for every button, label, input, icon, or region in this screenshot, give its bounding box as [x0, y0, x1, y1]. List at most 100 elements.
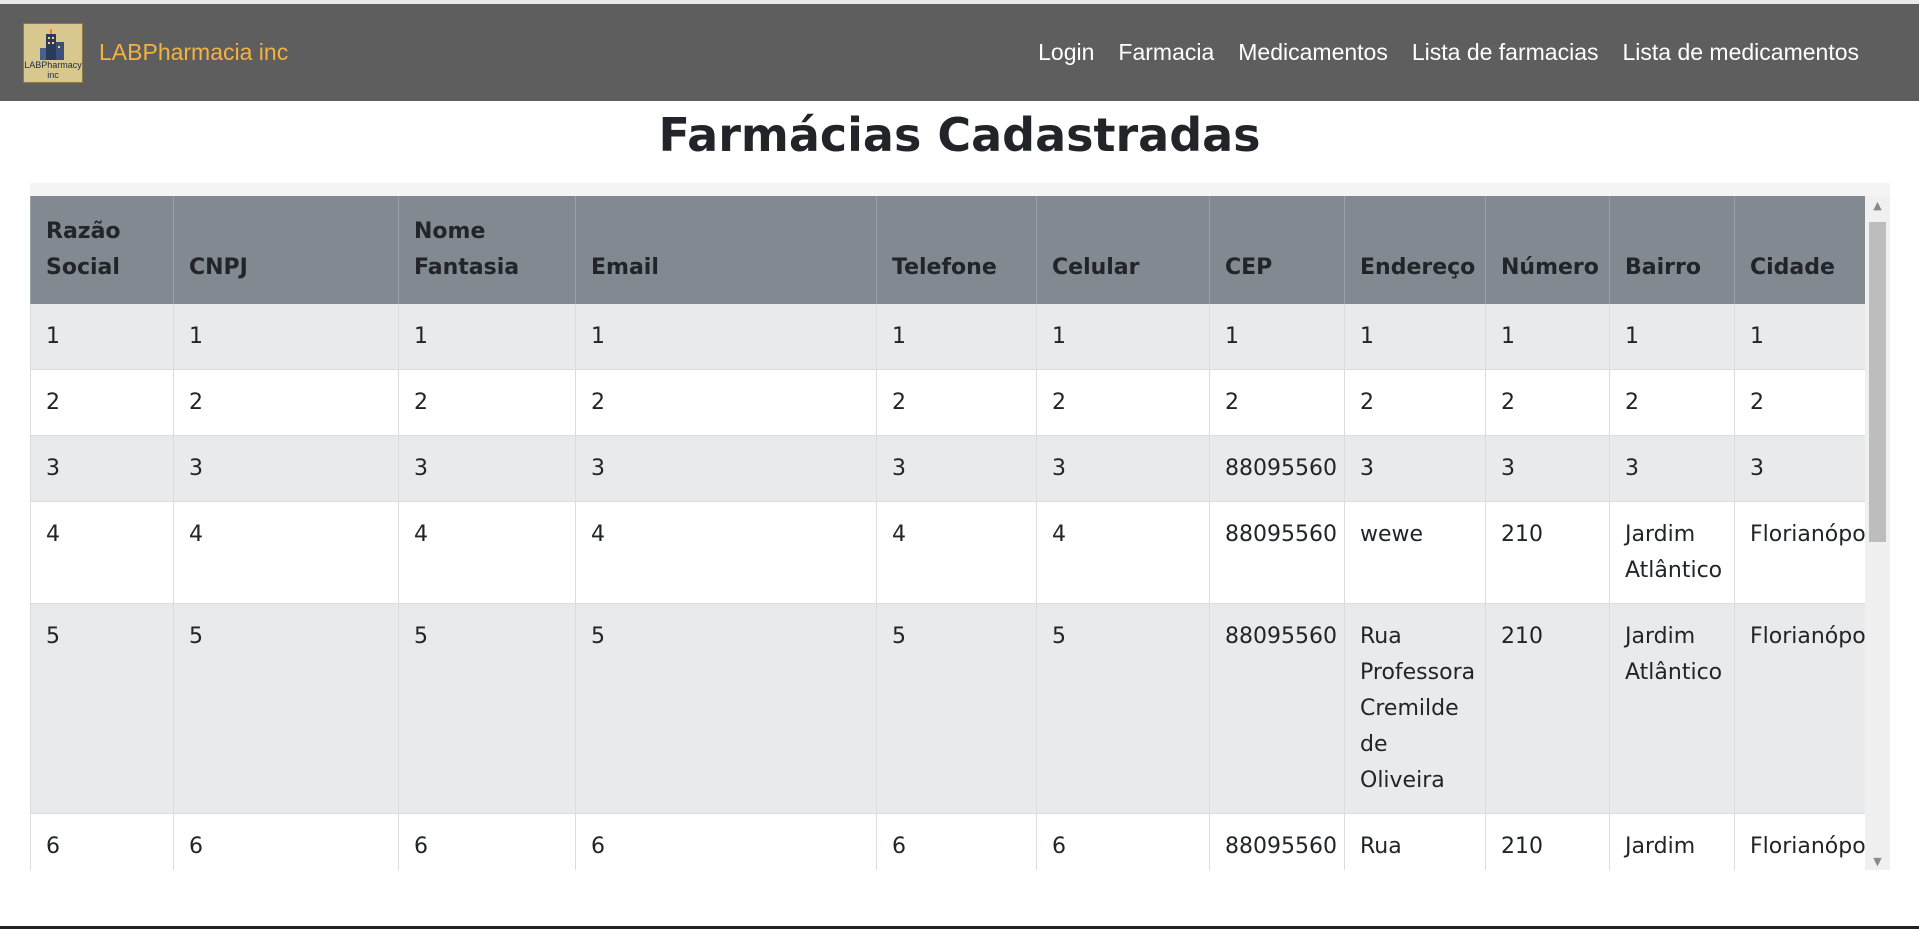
nav-links: Login Farmacia Medicamentos Lista de far… [1014, 4, 1859, 101]
table-cell: 2 [876, 369, 1037, 436]
table-cell: Rua [1344, 813, 1486, 870]
table-cell: 88095560 [1209, 501, 1345, 604]
brand-name[interactable]: LABPharmacia inc [99, 39, 288, 66]
table-cell: 5 [173, 603, 399, 814]
table-cell: Jardim Atlântico [1609, 501, 1735, 604]
table-cell: 1 [30, 304, 174, 370]
table-row: 3 3 3 3 3 3 88095560 3 3 3 3 [30, 435, 1865, 502]
table-cell: wewe [1344, 501, 1486, 604]
table-vertical-scrollbar[interactable]: ▲ ▼ [1865, 196, 1890, 870]
logo-text-line1: LABPharmacy [24, 59, 82, 70]
header-bairro: Bairro [1609, 196, 1735, 304]
table-cell: 4 [30, 501, 174, 604]
table-cell: 6 [398, 813, 576, 870]
table-cell: 3 [398, 435, 576, 502]
table-cell: Florianópolis [1734, 603, 1865, 814]
table-cell: Jardim Atlântico [1609, 603, 1735, 814]
brand-logo: LABPharmacy inc [23, 22, 83, 83]
table-cell: 1 [876, 304, 1037, 370]
table-row: 4 4 4 4 4 4 88095560 wewe 210 Jardim Atl… [30, 501, 1865, 604]
table-header: Razão Social CNPJ Nome Fantasia Email Te… [30, 196, 1865, 304]
table-cell: 5 [575, 603, 877, 814]
header-cep: CEP [1209, 196, 1345, 304]
table-cell: 3 [1036, 435, 1210, 502]
table-cell: 6 [575, 813, 877, 870]
nav-link-lista-farmacias[interactable]: Lista de farmacias [1412, 39, 1599, 66]
table-cell: 6 [173, 813, 399, 870]
table-cell: 6 [1036, 813, 1210, 870]
table-cell: 4 [876, 501, 1037, 604]
table-row: 1 1 1 1 1 1 1 1 1 1 1 [30, 304, 1865, 370]
table-cell: 1 [1209, 304, 1345, 370]
nav-link-medicamentos[interactable]: Medicamentos [1238, 39, 1388, 66]
table-cell: 6 [30, 813, 174, 870]
table-cell: 2 [1209, 369, 1345, 436]
nav-link-lista-medicamentos[interactable]: Lista de medicamentos [1622, 39, 1859, 66]
header-telefone: Telefone [876, 196, 1037, 304]
table-cell: 3 [1485, 435, 1610, 502]
table-cell: 4 [173, 501, 399, 604]
header-cidade: Cidade [1734, 196, 1865, 304]
table-cell: 1 [1485, 304, 1610, 370]
table-cell: 1 [173, 304, 399, 370]
table-cell: 5 [398, 603, 576, 814]
table-cell: 2 [1036, 369, 1210, 436]
table-cell: 2 [173, 369, 399, 436]
table-cell: Jardim [1609, 813, 1735, 870]
scroll-down-arrow-icon[interactable]: ▼ [1865, 852, 1890, 870]
table-cell: 2 [398, 369, 576, 436]
table-cell: 210 [1485, 501, 1610, 604]
header-razao-social: Razão Social [30, 196, 174, 304]
header-row: Razão Social CNPJ Nome Fantasia Email Te… [30, 196, 1865, 304]
table-cell: 3 [1344, 435, 1486, 502]
pharmacies-table: Razão Social CNPJ Nome Fantasia Email Te… [30, 196, 1865, 870]
table-cell: 4 [398, 501, 576, 604]
page-title: Farmácias Cadastradas [658, 108, 1261, 162]
header-endereco: Endereço [1344, 196, 1486, 304]
table-container: Razão Social CNPJ Nome Fantasia Email Te… [30, 183, 1890, 870]
table-row: 2 2 2 2 2 2 2 2 2 2 2 [30, 369, 1865, 436]
scrollbar-thumb[interactable] [1869, 222, 1886, 542]
table-cell: 1 [1036, 304, 1210, 370]
table-cell: 88095560 [1209, 813, 1345, 870]
logo-text: LABPharmacy inc [24, 60, 82, 82]
table-cell: 3 [30, 435, 174, 502]
table-cell: 5 [876, 603, 1037, 814]
table-cell: Rua Professora Cremilde de Oliveira [1344, 603, 1486, 814]
table-cell: 210 [1485, 603, 1610, 814]
table-cell: 2 [1485, 369, 1610, 436]
table-row: 5 5 5 5 5 5 88095560 Rua Professora Crem… [30, 603, 1865, 814]
logo-text-line2: inc [47, 69, 59, 80]
table-cell: Florianópolis [1734, 501, 1865, 604]
header-cnpj: CNPJ [173, 196, 399, 304]
navbar: LABPharmacy inc LABPharmacia inc Login F… [0, 4, 1919, 101]
table-cell: 3 [173, 435, 399, 502]
table-body: 1 1 1 1 1 1 1 1 1 1 1 2 2 2 2 2 2 2 2 2 … [30, 304, 1865, 870]
table-cell: 5 [1036, 603, 1210, 814]
table-cell: 5 [30, 603, 174, 814]
table-cell: 88095560 [1209, 435, 1345, 502]
table-cell: Florianópolis [1734, 813, 1865, 870]
table-cell: 1 [1734, 304, 1865, 370]
table-cell: 210 [1485, 813, 1610, 870]
building-icon [40, 28, 64, 60]
table-row: 6 6 6 6 6 6 88095560 Rua 210 Jardim Flor… [30, 813, 1865, 870]
table-cell: 4 [575, 501, 877, 604]
table-cell: 2 [1609, 369, 1735, 436]
table-cell: 3 [1734, 435, 1865, 502]
header-numero: Número [1485, 196, 1610, 304]
nav-link-farmacia[interactable]: Farmacia [1118, 39, 1214, 66]
table-cell: 1 [1344, 304, 1486, 370]
scroll-up-arrow-icon[interactable]: ▲ [1865, 196, 1890, 214]
header-nome-fantasia: Nome Fantasia [398, 196, 576, 304]
table-cell: 2 [1734, 369, 1865, 436]
table-cell: 2 [1344, 369, 1486, 436]
table-cell: 3 [876, 435, 1037, 502]
table-cell: 2 [30, 369, 174, 436]
header-celular: Celular [1036, 196, 1210, 304]
brand-link[interactable]: LABPharmacy inc LABPharmacia inc [23, 22, 288, 83]
table-cell: 2 [575, 369, 877, 436]
table-viewport: Razão Social CNPJ Nome Fantasia Email Te… [30, 196, 1865, 870]
nav-link-login[interactable]: Login [1038, 39, 1094, 66]
table-cell: 4 [1036, 501, 1210, 604]
